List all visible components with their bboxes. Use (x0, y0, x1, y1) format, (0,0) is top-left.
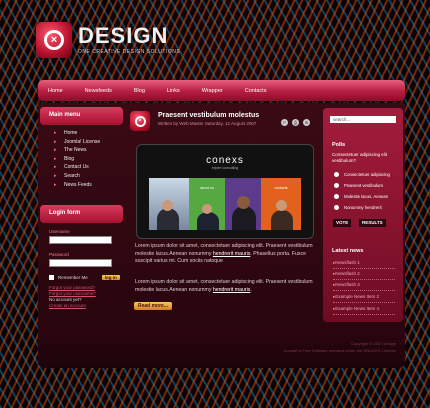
article-paragraph-2: Lorem ipsum dolor sit amet, consectetuer… (135, 279, 313, 294)
poll-option-1[interactable]: Consectetuer adipiscing (334, 172, 390, 177)
news-item[interactable]: Example News Item 4 (333, 306, 395, 315)
username-label: Username (49, 229, 70, 234)
password-label: Password (49, 252, 69, 257)
poll-option-4[interactable]: Nonummy hendrerit (334, 205, 382, 210)
nav-links[interactable]: Links (167, 88, 180, 94)
email-icon[interactable]: ✉ (303, 119, 310, 126)
menu-item-license[interactable]: Joomla! License (54, 139, 123, 148)
login-button[interactable]: log in (101, 275, 120, 280)
paragraph-link[interactable]: hendrerit mauris (213, 287, 250, 293)
latest-news-title: Latest news (332, 248, 364, 254)
logo[interactable]: × DESIGN ONE CREATIVE DESIGN SOLUTIONS (36, 22, 180, 58)
create-account-link[interactable]: Create an account (49, 303, 123, 309)
news-item[interactable]: Newsflash 3 (333, 282, 395, 291)
read-more-button[interactable]: Read more... (134, 302, 173, 310)
menu-item-blog[interactable]: Blog (54, 156, 123, 165)
image-tile-people (225, 178, 261, 230)
nav-blog[interactable]: Blog (134, 88, 145, 94)
remember-row: Remember Me log in (49, 275, 123, 280)
article-paragraph-1: Lorem ipsum dolor sit amet, consectetuer… (135, 243, 313, 266)
polls-title: Polls (332, 142, 346, 148)
radio-button[interactable] (334, 172, 339, 177)
news-item[interactable]: Newsflash 2 (333, 271, 395, 280)
logo-glyph: × (44, 30, 64, 50)
footer: Copyright © 2007 Design Joomla! is Free … (283, 340, 396, 354)
image-tile-city (149, 178, 189, 230)
poll-option-label: Molestie lacus. Aenean (344, 194, 389, 199)
main-menu-title: Main menu (40, 107, 123, 125)
top-nav: Home Newsfeeds Blog Links Wrapper Contac… (38, 80, 405, 101)
poll-option-2[interactable]: Praesent vestibulum (334, 183, 383, 188)
article-author: Written by Web Master (158, 121, 204, 126)
main-menu-panel: Main menu Home Joomla! License The News … (40, 107, 123, 190)
article-heading: Praesent vestibulum molestus Written by … (158, 109, 259, 126)
poll-option-label: Consectetuer adipiscing (344, 172, 390, 177)
login-title: Login form (40, 205, 123, 223)
search-input[interactable]: search... (330, 116, 396, 123)
right-sidebar: search... Polls Consectetuer adipiscing … (323, 108, 403, 322)
paragraph-text: . (250, 286, 252, 293)
menu-item-news[interactable]: The News (54, 147, 123, 156)
tile-contacts-label: contacts (274, 186, 288, 190)
person-figure (157, 208, 179, 230)
poll-option-label: Praesent vestibulum (344, 183, 383, 188)
menu-item-search[interactable]: Search (54, 173, 123, 182)
article-meta: Written by Web Master Saturday, 12 Augus… (158, 121, 259, 126)
news-item[interactable]: Example News Item 2 (333, 294, 395, 303)
vote-button[interactable]: VOTE (333, 219, 352, 227)
print-icon[interactable]: ⎙ (292, 119, 299, 126)
image-tagline: expert consulting (211, 166, 239, 170)
radio-button[interactable] (334, 183, 339, 188)
tile-about-label: about us (200, 186, 214, 190)
person-figure (271, 210, 293, 230)
paragraph-link[interactable]: hendrerit mauris (213, 251, 250, 257)
logo-icon: × (36, 22, 72, 58)
footer-license: Joomla! is Free Software released under … (283, 348, 396, 353)
person-figure (197, 212, 219, 230)
nav-home[interactable]: Home (48, 88, 63, 94)
poll-option-3[interactable]: Molestie lacus. Aenean (334, 194, 388, 199)
nav-newsfeeds[interactable]: Newsfeeds (85, 88, 112, 94)
news-item[interactable]: Newsflash 1 (333, 260, 395, 269)
main-menu-list: Home Joomla! License The News Blog Conta… (40, 125, 123, 190)
image-tile-about: about us (189, 178, 225, 230)
site-tagline: ONE CREATIVE DESIGN SOLUTIONS (78, 49, 181, 55)
image-stage: about us contacts (149, 178, 301, 230)
poll-question: Consectetuer adipiscing elit vestibulum? (332, 152, 388, 163)
article-icon-glyph: × (134, 115, 146, 127)
image-brand: conexs (206, 155, 244, 166)
menu-item-contact[interactable]: Contact Us (54, 164, 123, 173)
password-input[interactable] (49, 259, 112, 267)
article-image: conexs expert consulting about us contac… (136, 144, 314, 239)
username-input[interactable] (49, 236, 112, 244)
logo-text: DESIGN ONE CREATIVE DESIGN SOLUTIONS (78, 23, 181, 56)
radio-button[interactable] (334, 194, 339, 199)
page: × DESIGN ONE CREATIVE DESIGN SOLUTIONS H… (0, 0, 430, 408)
article-icon: × (130, 111, 150, 131)
nav-wrapper[interactable]: Wrapper (202, 88, 223, 94)
person-head (162, 200, 173, 211)
pdf-icon[interactable]: P (281, 119, 288, 126)
login-form: Username Password Remember Me log in For… (40, 223, 123, 309)
remember-label: Remember Me (58, 275, 88, 280)
image-tile-contacts: contacts (261, 178, 301, 230)
remember-checkbox[interactable] (49, 275, 54, 280)
menu-item-newsfeeds[interactable]: News Feeds (54, 182, 123, 191)
site-title: DESIGN (78, 23, 169, 48)
poll-option-label: Nonummy hendrerit (344, 205, 382, 210)
person-head (276, 200, 287, 211)
article-date: Saturday, 12 August 2007 (204, 121, 257, 126)
article: × Praesent vestibulum molestus Written b… (130, 109, 315, 310)
article-tools: P ⎙ ✉ (281, 119, 310, 126)
menu-item-home[interactable]: Home (54, 130, 123, 139)
nav-contacts[interactable]: Contacts (245, 88, 267, 94)
person-head (202, 204, 212, 214)
radio-button[interactable] (334, 205, 339, 210)
login-panel: Login form Username Password Remember Me… (40, 205, 123, 309)
results-button[interactable]: RESULTS (359, 219, 386, 227)
person-figure (232, 206, 256, 230)
footer-copyright: Copyright © 2007 Design (351, 341, 396, 346)
person-head (237, 196, 250, 209)
article-title[interactable]: Praesent vestibulum molestus (158, 112, 259, 119)
